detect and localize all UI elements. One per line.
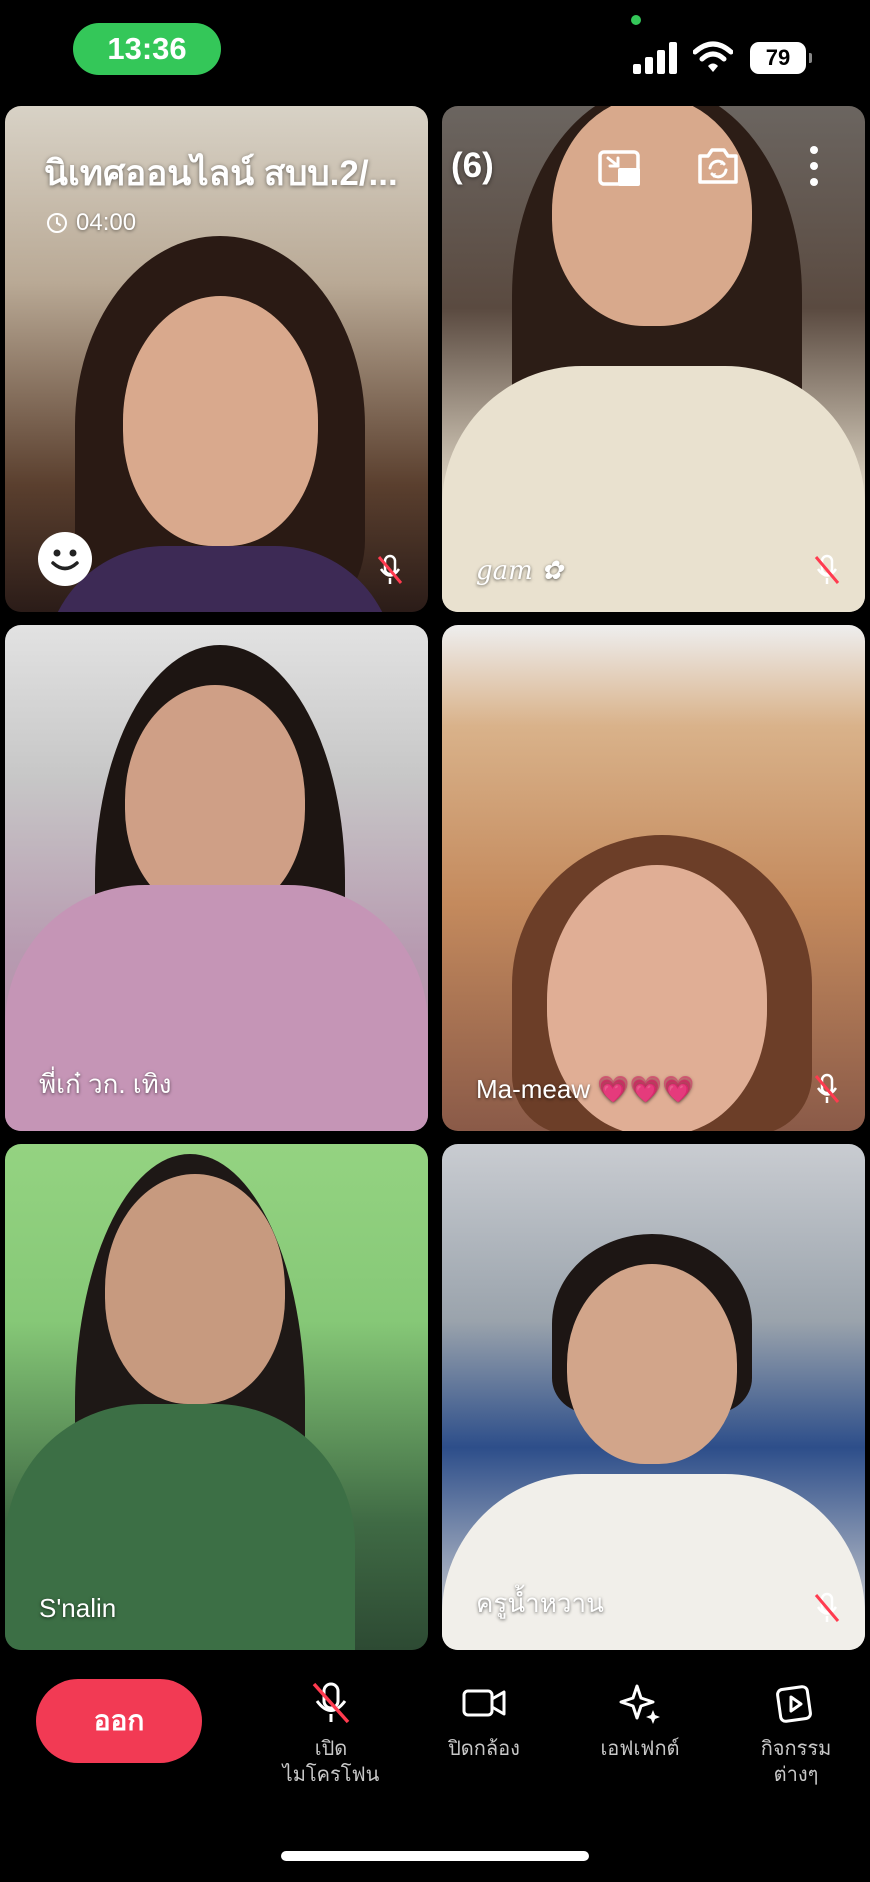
effects-button[interactable]: เอฟเฟกต์ bbox=[588, 1680, 692, 1762]
mic-muted-icon bbox=[814, 1073, 840, 1103]
more-options-icon[interactable] bbox=[802, 142, 826, 190]
participant-face bbox=[105, 1174, 285, 1404]
camera-toggle-button[interactable]: ปิดกล้อง bbox=[432, 1680, 536, 1762]
participant-name: Ma-meaw 💗💗💗 bbox=[476, 1074, 695, 1104]
clock-icon bbox=[47, 213, 67, 233]
participant-face bbox=[567, 1264, 737, 1464]
camera-toggle-label: ปิดกล้อง bbox=[448, 1738, 520, 1760]
mic-toggle-button[interactable]: เปิด ไมโครโฟน bbox=[269, 1680, 393, 1788]
mic-toggle-label: เปิด ไมโครโฟน bbox=[282, 1738, 380, 1786]
status-time: 13:36 bbox=[73, 23, 221, 75]
activities-button[interactable]: กิจกรรม ต่างๆ bbox=[746, 1680, 846, 1788]
mic-muted-icon bbox=[814, 554, 840, 584]
participant-count[interactable]: (6) bbox=[451, 146, 494, 186]
home-indicator[interactable] bbox=[281, 1851, 589, 1861]
meeting-duration: 04:00 bbox=[46, 209, 136, 237]
duration-text: 04:00 bbox=[76, 209, 137, 236]
sparkle-icon bbox=[619, 1684, 660, 1724]
mic-muted-icon bbox=[377, 554, 403, 584]
participant-name: พี่เก๋ วก. เทิง bbox=[39, 1069, 172, 1099]
video-camera-icon bbox=[462, 1689, 506, 1717]
switch-camera-icon[interactable] bbox=[694, 142, 742, 190]
participant-name: ครูน้ำหวาน bbox=[476, 1588, 604, 1618]
leave-call-button[interactable]: ออก bbox=[36, 1679, 202, 1763]
wifi-icon bbox=[693, 41, 733, 72]
video-tile-kru-namwan[interactable]: ครูน้ำหวาน bbox=[442, 1144, 865, 1650]
emoji-reaction-button[interactable] bbox=[38, 532, 92, 586]
participant-name: S'nalin bbox=[39, 1593, 117, 1623]
participant-face bbox=[552, 106, 752, 326]
privacy-indicator-dot bbox=[631, 15, 641, 25]
meeting-title[interactable]: นิเทศออนไลน์ สบบ.2/... bbox=[44, 146, 398, 201]
mic-off-icon bbox=[312, 1682, 350, 1724]
video-tile-ma-meaw[interactable]: Ma-meaw 💗💗💗 bbox=[442, 625, 865, 1131]
cellular-signal-icon bbox=[633, 42, 677, 74]
participant-face bbox=[125, 685, 305, 915]
effects-label: เอฟเฟกต์ bbox=[600, 1738, 680, 1760]
smiley-icon bbox=[51, 549, 79, 571]
participant-face bbox=[123, 296, 318, 546]
mic-muted-icon bbox=[814, 1592, 840, 1622]
activities-label: กิจกรรม ต่างๆ bbox=[760, 1738, 832, 1786]
video-tile-pkae[interactable]: พี่เก๋ วก. เทิง bbox=[5, 625, 428, 1131]
battery-indicator: 79 bbox=[750, 42, 812, 74]
minimize-window-icon[interactable] bbox=[596, 144, 644, 192]
participant-name: gam ✿ bbox=[476, 556, 563, 586]
activities-icon bbox=[776, 1685, 812, 1723]
video-tile-snalin[interactable]: S'nalin bbox=[5, 1144, 428, 1650]
